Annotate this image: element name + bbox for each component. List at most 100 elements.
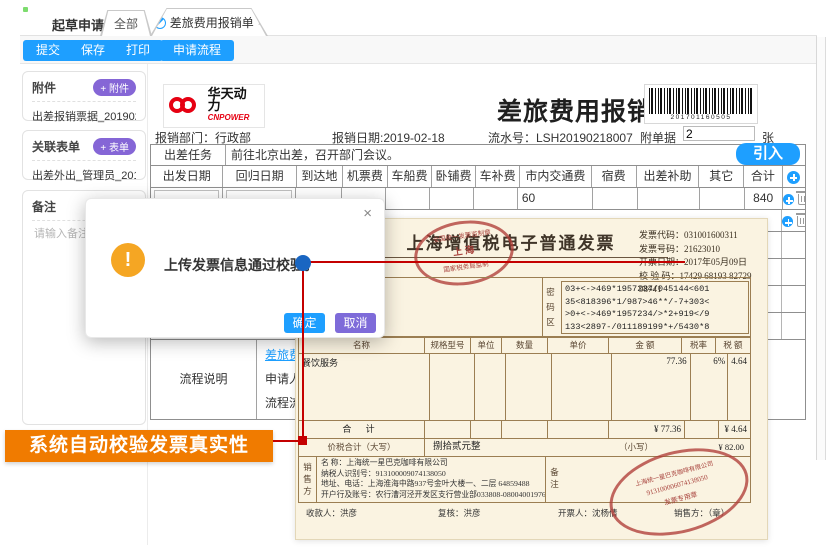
attachment-item[interactable]: 出差报销票据_20190219.j...: [32, 108, 136, 124]
form-tab-icon: [154, 17, 166, 29]
logo-infinity-icon: [169, 96, 203, 116]
invoice-total-row: 合 计 ¥ 77.36 ¥ 4.64: [298, 420, 751, 439]
tab-all-label: 全部: [114, 15, 138, 32]
barcode-number: 201701160505: [645, 114, 757, 121]
inv-col-amount: 金 额: [609, 338, 682, 353]
invoice-item-tax: 4.64: [728, 354, 750, 420]
cipher-line-4: 133<2897-/011189199*+/5430*8: [565, 321, 745, 334]
callout-label: 系统自动校验发票真实性: [5, 430, 273, 462]
cipher-line-1: 03+<->469*1957234/045144<601: [565, 283, 745, 296]
cipher-line-2: 35<818396*1/987>46**/-7+303<: [565, 296, 745, 309]
company-logo: 华天动力 CNPOWER: [163, 84, 265, 128]
invoice-item-amount: 77.36: [612, 354, 690, 420]
invoice-total-tax: ¥ 4.64: [719, 420, 750, 438]
delete-row-icon[interactable]: [798, 194, 805, 205]
col-total: 合计: [744, 166, 782, 187]
page-title: 起草申请: [52, 15, 104, 34]
submit-button[interactable]: 提交: [23, 40, 73, 61]
barcode-image: [649, 88, 753, 114]
col-vehicle: 车船费: [388, 166, 432, 187]
add-row-header-icon[interactable]: [787, 171, 800, 184]
add-row-icon[interactable]: [783, 194, 794, 205]
attachments-card: 附件 + 附件 出差报销票据_20190219.j...: [22, 71, 146, 121]
logo-name: 华天动力: [208, 88, 259, 112]
invoice-reviewer: 复核：洪彦: [438, 507, 481, 519]
process-label-cell: 流程说明: [151, 340, 257, 419]
col-destination: 到达地: [297, 166, 343, 187]
col-sleeper: 卧铺费: [432, 166, 476, 187]
attachments-title: 附件: [32, 79, 56, 96]
tab-bar: 起草申请 全部 差旅费用报销单 ×: [20, 8, 817, 36]
ok-button[interactable]: 确定: [284, 313, 325, 333]
cancel-button[interactable]: 取消: [335, 313, 376, 333]
annotation-corner-square: [298, 436, 307, 445]
invoice-item-rate: 6%: [691, 354, 729, 420]
annotation-line-left: [273, 440, 298, 442]
col-return-date: 回归日期: [223, 166, 296, 187]
delete-row-icon-2[interactable]: [797, 216, 805, 227]
col-depart-date: 出发日期: [151, 166, 223, 187]
dialog-close-icon[interactable]: ×: [363, 205, 372, 222]
invoice-item-name: 餐饮服务: [299, 354, 430, 420]
col-other: 其它: [699, 166, 744, 187]
tab-form-label: 差旅费用报销单: [170, 14, 254, 31]
flow-button[interactable]: 申请流程: [160, 40, 234, 61]
cipher-area-label: 密码区: [545, 285, 556, 330]
tab-all[interactable]: 全部: [100, 10, 152, 36]
col-lodging: 宿费: [592, 166, 637, 187]
add-row-icon-2[interactable]: [782, 216, 793, 227]
seller-tax-id: 纳税人识别号：913100009074138050: [321, 469, 546, 480]
invoice-drawer: 开票人：沈杨倩: [558, 507, 618, 519]
city-traffic-value[interactable]: 60: [518, 188, 593, 209]
invoice-payee: 收款人：洪彦: [306, 507, 357, 519]
seller-addr: 地址、电话：上海淮海中路937号金叶大楼一、二层 64859488: [321, 479, 546, 490]
expense-table-header: 出发日期 回归日期 到达地 机票费 车船费 卧铺费 车补费 市内交通费 宿费 出…: [150, 166, 806, 188]
scrollbar-track[interactable]: [817, 37, 826, 460]
annotation-dot: [295, 255, 311, 271]
inv-col-tax: 税 额: [716, 338, 750, 353]
seller-name: 名 称：上海统一星巴克咖啡有限公司: [321, 458, 546, 469]
invoice-code: 发票代码：031001600311: [639, 229, 767, 243]
inv-col-unit: 单位: [471, 338, 502, 353]
task-label-cell: 出差任务: [151, 145, 226, 165]
col-airfare: 机票费: [343, 166, 388, 187]
print-button[interactable]: 打印: [113, 40, 163, 61]
remark-title: 备注: [32, 198, 56, 215]
tab-close-icon[interactable]: ×: [258, 17, 264, 29]
remark-side-label: 备注: [549, 466, 560, 490]
annotation-line-down: [302, 269, 304, 439]
col-car-allowance: 车补费: [476, 166, 520, 187]
invoice-items-table: 名称 规格型号 单位 数量 单价 金 额 税率 税 额 餐饮服务 77.36 6…: [298, 337, 751, 421]
inv-col-rate: 税率: [682, 338, 716, 353]
related-forms-card: 关联表单 + 表单 出差外出_管理员_2019...: [22, 130, 146, 180]
barcode: 201701160505: [644, 84, 758, 124]
save-button[interactable]: 保存: [68, 40, 118, 61]
add-attachment-button[interactable]: + 附件: [93, 79, 136, 96]
attach-count-input[interactable]: [683, 126, 755, 141]
related-forms-title: 关联表单: [32, 138, 80, 155]
cipher-line-3: >0+<->469*1957234/>*2+919</9: [565, 308, 745, 321]
invoice-total-amount: ¥ 77.36: [609, 420, 685, 438]
task-row: 出差任务 前往北京出差，召开部门会议。: [150, 144, 806, 166]
app-window: 起草申请 全部 差旅费用报销单 × 提交 保存 打印 申请流程 附件 + 附件 …: [0, 0, 833, 559]
add-form-button[interactable]: + 表单: [93, 138, 136, 155]
annotation-line-right: [309, 261, 685, 263]
tab-form[interactable]: 差旅费用报销单 ×: [150, 8, 268, 36]
inv-col-name: 名称: [299, 338, 425, 353]
invoice-number: 发票号码：21623010: [639, 243, 767, 257]
seller-bank: 开户行及账号：农行漕河泾开发区支行营业部033808-08004001976: [321, 490, 546, 501]
import-button[interactable]: 引入: [736, 143, 800, 165]
col-trip-subsidy: 出差补助: [637, 166, 700, 187]
row-total-value: 840: [745, 188, 783, 209]
inv-col-price: 单价: [548, 338, 609, 353]
invoice-total-label: 合 计: [299, 420, 425, 438]
warning-icon: !: [111, 243, 145, 277]
logo-sub: CNPOWER: [208, 112, 259, 124]
words-label: 价税合计（大写）: [299, 438, 425, 456]
col-city-traffic: 市内交通费: [520, 166, 591, 187]
words-value: 捌拾贰元整: [425, 438, 593, 456]
inv-col-spec: 规格型号: [425, 338, 471, 353]
task-value-cell[interactable]: 前往北京出差，召开部门会议。: [226, 145, 805, 165]
related-form-item[interactable]: 出差外出_管理员_2019...: [32, 167, 136, 183]
small-label: （小写）: [619, 438, 653, 456]
